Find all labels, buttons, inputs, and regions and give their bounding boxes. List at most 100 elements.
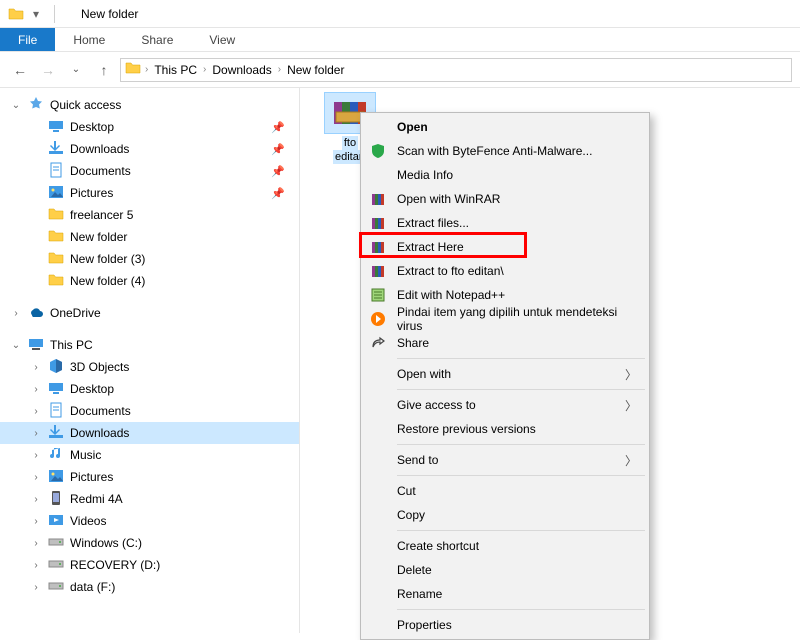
books-icon [369,238,387,256]
expand-toggle-icon[interactable]: › [30,406,42,417]
tree-pc-item[interactable]: › RECOVERY (D:) [0,554,299,576]
tree-pc-item[interactable]: ›data (F:) [0,576,299,598]
nav-up[interactable]: ↑ [92,58,116,82]
chevron-right-icon[interactable]: › [203,64,206,75]
desktop-icon [48,118,64,137]
tree-item-label: Pictures [70,186,113,200]
expand-toggle-icon[interactable]: › [30,362,42,373]
menu-separator [397,530,645,531]
expand-toggle-icon[interactable]: › [30,450,42,461]
tree-quick-access[interactable]: ⌄Quick access [0,94,299,116]
tree-quick-item[interactable]: Downloads📌 [0,138,299,160]
tree-pc-item[interactable]: ›Desktop [0,378,299,400]
menu-item[interactable]: Extract files... [363,211,647,235]
nav-back[interactable]: ← [8,58,32,82]
pin-icon: 📌 [271,187,285,200]
expand-toggle-icon[interactable]: › [30,384,42,395]
nav-tree: ⌄Quick access Desktop 📌 Downloads📌Documents… [0,88,300,633]
tree-quick-item[interactable]: freelancer 5 [0,204,299,226]
crumb-this-pc[interactable]: This PC [152,63,199,77]
tab-view[interactable]: View [191,28,253,51]
menu-item[interactable]: Edit with Notepad++ [363,283,647,307]
menu-item[interactable]: Scan with ByteFence Anti-Malware... [363,139,647,163]
tree-pc-item[interactable]: ›Pictures [0,466,299,488]
picture-icon [48,468,64,487]
tree-pc-item[interactable]: ›Music [0,444,299,466]
tree-item-label: Videos [70,514,106,528]
crumb-new-folder[interactable]: New folder [285,63,346,77]
menu-item[interactable]: Open with〉 [363,362,647,386]
tree-item-label: Desktop [70,120,114,134]
tree-pc-item[interactable]: ›Windows (C:) [0,532,299,554]
tree-quick-item[interactable]: Desktop 📌 [0,116,299,138]
menu-item-label: Share [397,336,429,350]
tree-quick-item[interactable]: New folder (4) [0,270,299,292]
address-bar[interactable]: › This PC › Downloads › New folder [120,58,792,82]
menu-item[interactable]: Delete [363,558,647,582]
menu-item[interactable]: Properties [363,613,647,637]
tree-quick-item[interactable]: New folder (3) [0,248,299,270]
chevron-right-icon[interactable]: › [278,64,281,75]
expand-toggle-icon[interactable]: › [30,428,42,439]
tree-pc-item[interactable]: ›3D Objects [0,356,299,378]
tab-home[interactable]: Home [55,28,123,51]
crumb-downloads[interactable]: Downloads [210,63,273,77]
tab-share[interactable]: Share [123,28,191,51]
qat-customize-icon[interactable]: ▾ [26,7,46,21]
app-folder-icon [8,6,24,22]
menu-item[interactable]: Restore previous versions [363,417,647,441]
menu-item[interactable]: Open with WinRAR [363,187,647,211]
expand-toggle-icon[interactable]: › [30,560,42,571]
expand-toggle-icon[interactable]: ⌄ [10,340,22,351]
expand-toggle-icon[interactable]: › [30,494,42,505]
tree-onedrive[interactable]: ›OneDrive [0,302,299,324]
expand-toggle-icon[interactable]: ⌄ [10,100,22,111]
menu-item[interactable]: Create shortcut [363,534,647,558]
nav-recent-dropdown-icon[interactable]: ⌄ [64,58,88,82]
drive-icon [48,578,64,597]
menu-item-label: Extract Here [397,240,464,254]
tree-quick-item[interactable]: New folder [0,226,299,248]
expand-toggle-icon[interactable]: › [10,308,22,319]
3d-icon [48,358,64,377]
tab-file[interactable]: File [0,28,55,51]
expand-toggle-icon[interactable]: › [30,472,42,483]
tree-pc-item[interactable]: ›Redmi 4A [0,488,299,510]
menu-item[interactable]: Share [363,331,647,355]
menu-item[interactable]: Open [363,115,647,139]
tree-pc-item[interactable]: ›Documents [0,400,299,422]
menu-item-label: Media Info [397,168,453,182]
menu-item[interactable]: Extract to fto editan\ [363,259,647,283]
expand-toggle-icon[interactable]: › [30,538,42,549]
phone-icon [48,490,64,509]
tree-item-label: freelancer 5 [70,208,133,222]
menu-item[interactable]: Give access to 〉 [363,393,647,417]
onedrive-icon [28,304,44,323]
menu-item-label: Give access to [397,398,476,412]
expand-toggle-icon[interactable]: › [30,582,42,593]
tree-pc-item[interactable]: ›Downloads [0,422,299,444]
tree-pc-item[interactable]: › Videos [0,510,299,532]
menu-item[interactable]: Extract Here [363,235,647,259]
menu-item[interactable]: Media Info [363,163,647,187]
menu-item[interactable]: Cut [363,479,647,503]
menu-item[interactable]: Copy [363,503,647,527]
tree-quick-item[interactable]: Pictures 📌 [0,182,299,204]
tree-quick-item[interactable]: Documents📌 [0,160,299,182]
menu-separator [397,475,645,476]
chevron-right-icon[interactable]: › [145,64,148,75]
tree-item-label: RECOVERY (D:) [70,558,160,572]
menu-item[interactable]: Pindai item yang dipilih untuk mendeteks… [363,307,647,331]
menu-item[interactable]: Send to〉 [363,448,647,472]
submenu-arrow-icon: 〉 [625,397,637,414]
expand-toggle-icon[interactable]: › [30,516,42,527]
tree-item-label: This PC [50,338,93,352]
nav-forward[interactable]: → [36,58,60,82]
menu-item[interactable]: Rename [363,582,647,606]
menu-item-label: Edit with Notepad++ [397,288,505,302]
document-icon [48,402,64,421]
tree-this-pc[interactable]: ⌄ This PC [0,334,299,356]
window-title: New folder [81,7,138,21]
pin-icon: 📌 [271,121,285,134]
folder-icon [48,250,64,269]
